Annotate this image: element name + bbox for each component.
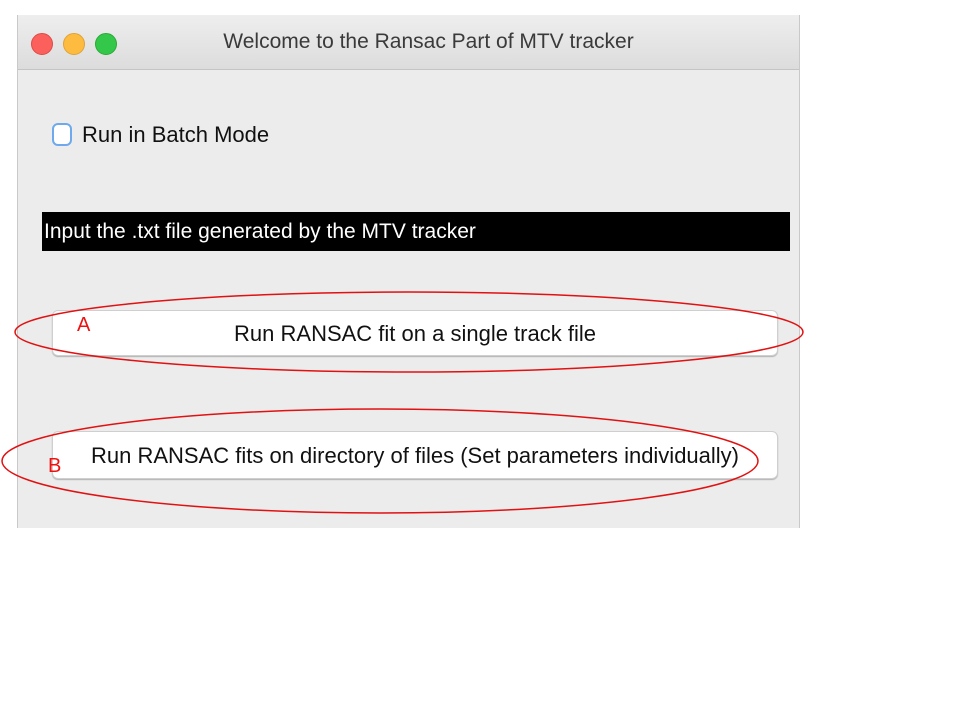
annotation-label-a: A (77, 314, 91, 336)
annotation-ellipse-a (14, 291, 804, 373)
annotation-label-b: B (48, 455, 62, 477)
annotation-ellipse-b (1, 408, 759, 514)
annotation-overlay (1, 291, 804, 514)
